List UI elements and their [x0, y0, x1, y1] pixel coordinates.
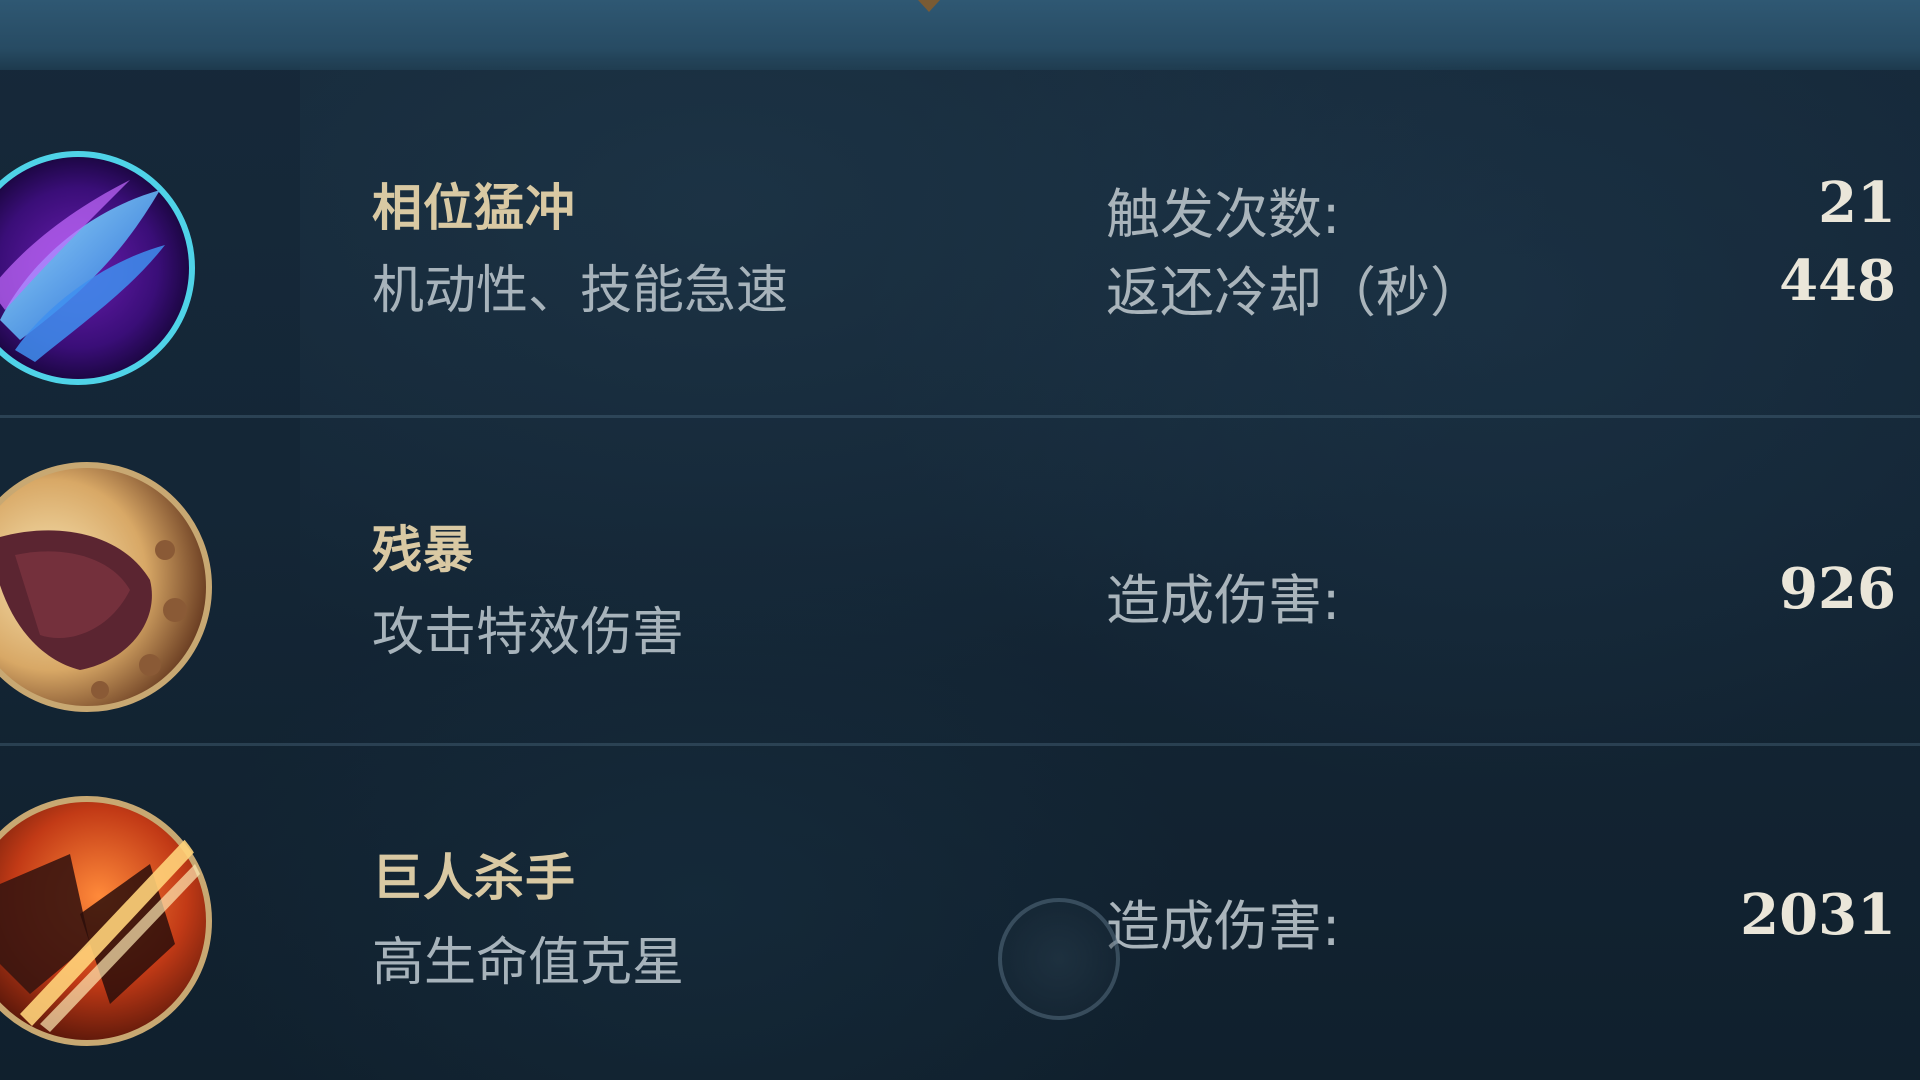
rune-title: 残暴 [372, 521, 474, 579]
rune-description: 攻击特效伤害 [372, 603, 685, 663]
stat-label: 返还冷却（秒） [1106, 261, 1484, 324]
stat-value: 448 [1779, 248, 1896, 314]
rune-title: 相位猛冲 [372, 179, 576, 237]
phase-rush-icon [0, 150, 196, 386]
stat-value: 2031 [1740, 882, 1896, 948]
rune-description: 机动性、技能急速 [372, 261, 789, 321]
stat-value: 926 [1779, 556, 1896, 622]
rune-title: 巨人杀手 [372, 849, 576, 907]
touch-indicator [998, 898, 1120, 1020]
rune-row-cut-down: 残暴 攻击特效伤害 造成伤害: 926 [0, 418, 1920, 743]
stat-label: 触发次数: [1106, 183, 1341, 246]
stat-value: 21 [1818, 170, 1896, 236]
cut-down-icon [0, 460, 214, 714]
rune-description: 高生命值克星 [372, 933, 685, 993]
rune-row-giant-slayer: 巨人杀手 高生命值克星 造成伤害: 2031 [0, 746, 1920, 1080]
giant-slayer-icon [0, 794, 214, 1048]
stat-label: 造成伤害: [1106, 895, 1341, 958]
rune-stats-screen: 相位猛冲 机动性、技能急速 触发次数: 21 返还冷却（秒） 448 残暴 攻击… [0, 0, 1920, 1080]
header-banner [0, 0, 1920, 70]
stat-label: 造成伤害: [1106, 569, 1341, 632]
rune-row-phase-rush: 相位猛冲 机动性、技能急速 触发次数: 21 返还冷却（秒） 448 [0, 70, 1920, 415]
